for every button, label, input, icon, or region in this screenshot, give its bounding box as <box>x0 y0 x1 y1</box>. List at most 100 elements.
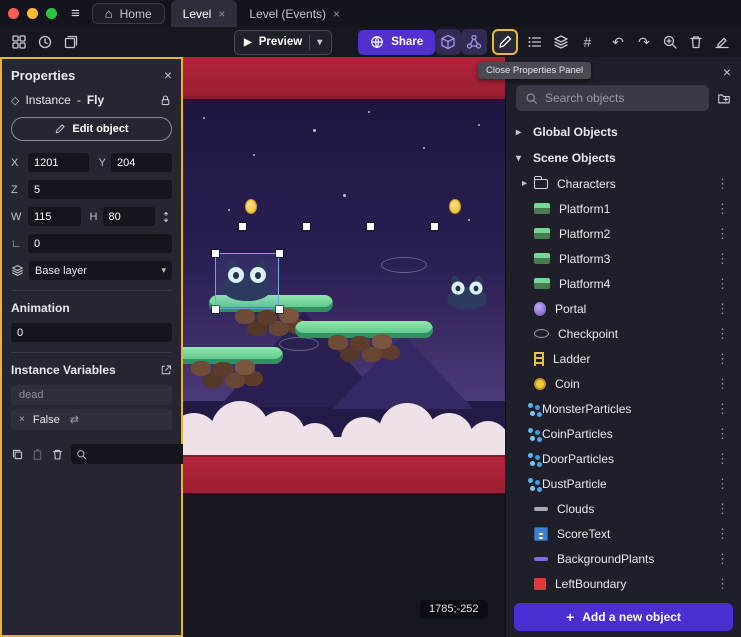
object-menu-button[interactable]: ⋮ <box>714 476 731 492</box>
object-menu-button[interactable]: ⋮ <box>714 251 731 267</box>
duplicate-variable-button[interactable] <box>11 448 24 461</box>
selection-handle[interactable] <box>367 223 374 230</box>
traffic-light-zoom[interactable] <box>46 8 57 19</box>
object-menu-button[interactable]: ⋮ <box>714 226 731 242</box>
coin-instance[interactable] <box>449 199 461 214</box>
object-menu-button[interactable]: ⋮ <box>714 176 731 192</box>
object-list-item[interactable]: Clouds ⋮ <box>506 496 741 521</box>
object-menu-button[interactable]: ⋮ <box>714 351 731 367</box>
delete-variable-button[interactable] <box>51 448 64 461</box>
object-list-item[interactable]: Coin ⋮ <box>506 371 741 396</box>
selection-handle[interactable] <box>276 306 283 313</box>
rename-button[interactable] <box>709 29 735 55</box>
preview-button[interactable]: ▶ Preview ▾ <box>234 30 332 55</box>
delete-button[interactable] <box>683 29 709 55</box>
object-menu-button[interactable]: ⋮ <box>714 326 731 342</box>
object-list-item[interactable]: Platform2 ⋮ <box>506 221 741 246</box>
object-menu-button[interactable]: ⋮ <box>714 551 731 567</box>
animation-input[interactable] <box>11 323 172 342</box>
object-list-item[interactable]: ScoreText ⋮ <box>506 521 741 546</box>
object-list-item[interactable]: MonsterParticles ⋮ <box>506 396 741 421</box>
object-expand-caret[interactable]: ▸ <box>522 178 534 189</box>
external-link-icon[interactable] <box>160 364 172 376</box>
toggle-value-icon[interactable]: ⇄ <box>70 413 79 426</box>
object-list-item[interactable]: BackgroundPlants ⋮ <box>506 546 741 571</box>
objects-search-input[interactable] <box>545 91 700 105</box>
grid-button[interactable]: # <box>574 29 600 55</box>
object-list-item[interactable]: Platform4 ⋮ <box>506 271 741 296</box>
width-input[interactable] <box>28 207 81 226</box>
lock-ratio-icon[interactable] <box>160 211 172 223</box>
object-menu-button[interactable]: ⋮ <box>714 276 731 292</box>
object-menu-button[interactable]: ⋮ <box>714 376 731 392</box>
layers-button[interactable] <box>548 29 574 55</box>
edit-object-button[interactable]: Edit object <box>11 117 172 141</box>
tab-level[interactable]: Level × <box>171 0 238 27</box>
object-list-item[interactable]: CoinParticles ⋮ <box>506 421 741 446</box>
z-input[interactable] <box>28 180 172 199</box>
platform-instance[interactable] <box>183 347 283 398</box>
object-list-item[interactable]: ▸ Characters ⋮ <box>506 171 741 196</box>
fly-instance-selected[interactable] <box>221 259 273 303</box>
selection-handle[interactable] <box>212 306 219 313</box>
tab-close-icon[interactable]: × <box>333 7 340 21</box>
variable-name-row[interactable]: dead <box>11 385 172 405</box>
scene-canvas[interactable]: 1785;-252 <box>183 57 505 637</box>
objects-search-box[interactable] <box>516 85 709 111</box>
tab-home[interactable]: ⌂ Home <box>92 3 165 24</box>
x-input[interactable] <box>28 153 89 172</box>
instances-list-button[interactable] <box>522 29 548 55</box>
platform-instance[interactable] <box>295 321 433 372</box>
object-list-item[interactable]: DustParticle ⋮ <box>506 471 741 496</box>
object-list-item[interactable]: Platform3 ⋮ <box>506 246 741 271</box>
selection-handle[interactable] <box>431 223 438 230</box>
object-menu-button[interactable]: ⋮ <box>714 426 731 442</box>
object-list-item[interactable]: Platform1 ⋮ <box>506 196 741 221</box>
layer-select[interactable]: Base layer ▾ <box>29 261 172 280</box>
y-input[interactable] <box>111 153 172 172</box>
object-menu-button[interactable]: ⋮ <box>714 301 731 317</box>
selection-handle[interactable] <box>212 250 219 257</box>
object-list-item[interactable]: Ladder ⋮ <box>506 346 741 371</box>
history-button[interactable] <box>32 29 58 55</box>
traffic-light-close[interactable] <box>8 8 19 19</box>
close-properties-icon[interactable]: × <box>164 67 172 83</box>
object-menu-button[interactable]: ⋮ <box>714 201 731 217</box>
traffic-light-minimize[interactable] <box>27 8 38 19</box>
paste-variable-button[interactable] <box>31 448 44 461</box>
object-menu-button[interactable]: ⋮ <box>714 401 731 417</box>
add-folder-icon[interactable] <box>717 90 731 107</box>
rotation-input[interactable] <box>28 234 172 253</box>
dashboard-button[interactable] <box>6 29 32 55</box>
selection-handle[interactable] <box>303 223 310 230</box>
object-menu-button[interactable]: ⋮ <box>714 526 731 542</box>
coin-instance[interactable] <box>245 199 257 214</box>
add-new-object-button[interactable]: + Add a new object <box>514 603 733 631</box>
zoom-button[interactable] <box>657 29 683 55</box>
selection-handle[interactable] <box>239 223 246 230</box>
object-groups-button[interactable] <box>461 29 487 55</box>
object-list-item[interactable]: Checkpoint ⋮ <box>506 321 741 346</box>
redo-button[interactable]: ↷ <box>631 29 657 55</box>
object-list-item[interactable]: Portal ⋮ <box>506 296 741 321</box>
main-menu-icon[interactable]: ≡ <box>71 5 80 22</box>
fly-instance[interactable] <box>446 275 489 311</box>
height-input[interactable] <box>103 207 156 226</box>
object-menu-button[interactable]: ⋮ <box>714 576 731 592</box>
undo-button[interactable]: ↶ <box>605 29 631 55</box>
variable-value-row[interactable]: × False ⇄ <box>11 409 172 430</box>
tab-close-icon[interactable]: × <box>218 7 225 21</box>
share-button[interactable]: Share <box>358 30 435 55</box>
object-menu-button[interactable]: ⋮ <box>714 451 731 467</box>
preview-options-caret-icon[interactable]: ▾ <box>317 37 322 48</box>
properties-panel-button[interactable] <box>492 29 518 55</box>
object-list-item[interactable]: LeftBoundary ⋮ <box>506 571 741 596</box>
objects-panel-button[interactable] <box>435 29 461 55</box>
close-objects-panel-icon[interactable]: × <box>723 64 731 80</box>
global-objects-group[interactable]: ▸ Global Objects <box>506 119 741 145</box>
scene-objects-group[interactable]: ▾ Scene Objects <box>506 145 741 171</box>
tab-level-events[interactable]: Level (Events) × <box>237 0 352 27</box>
object-list-item[interactable]: DoorParticles ⋮ <box>506 446 741 471</box>
projects-button[interactable] <box>58 29 84 55</box>
lock-icon[interactable] <box>159 94 172 107</box>
